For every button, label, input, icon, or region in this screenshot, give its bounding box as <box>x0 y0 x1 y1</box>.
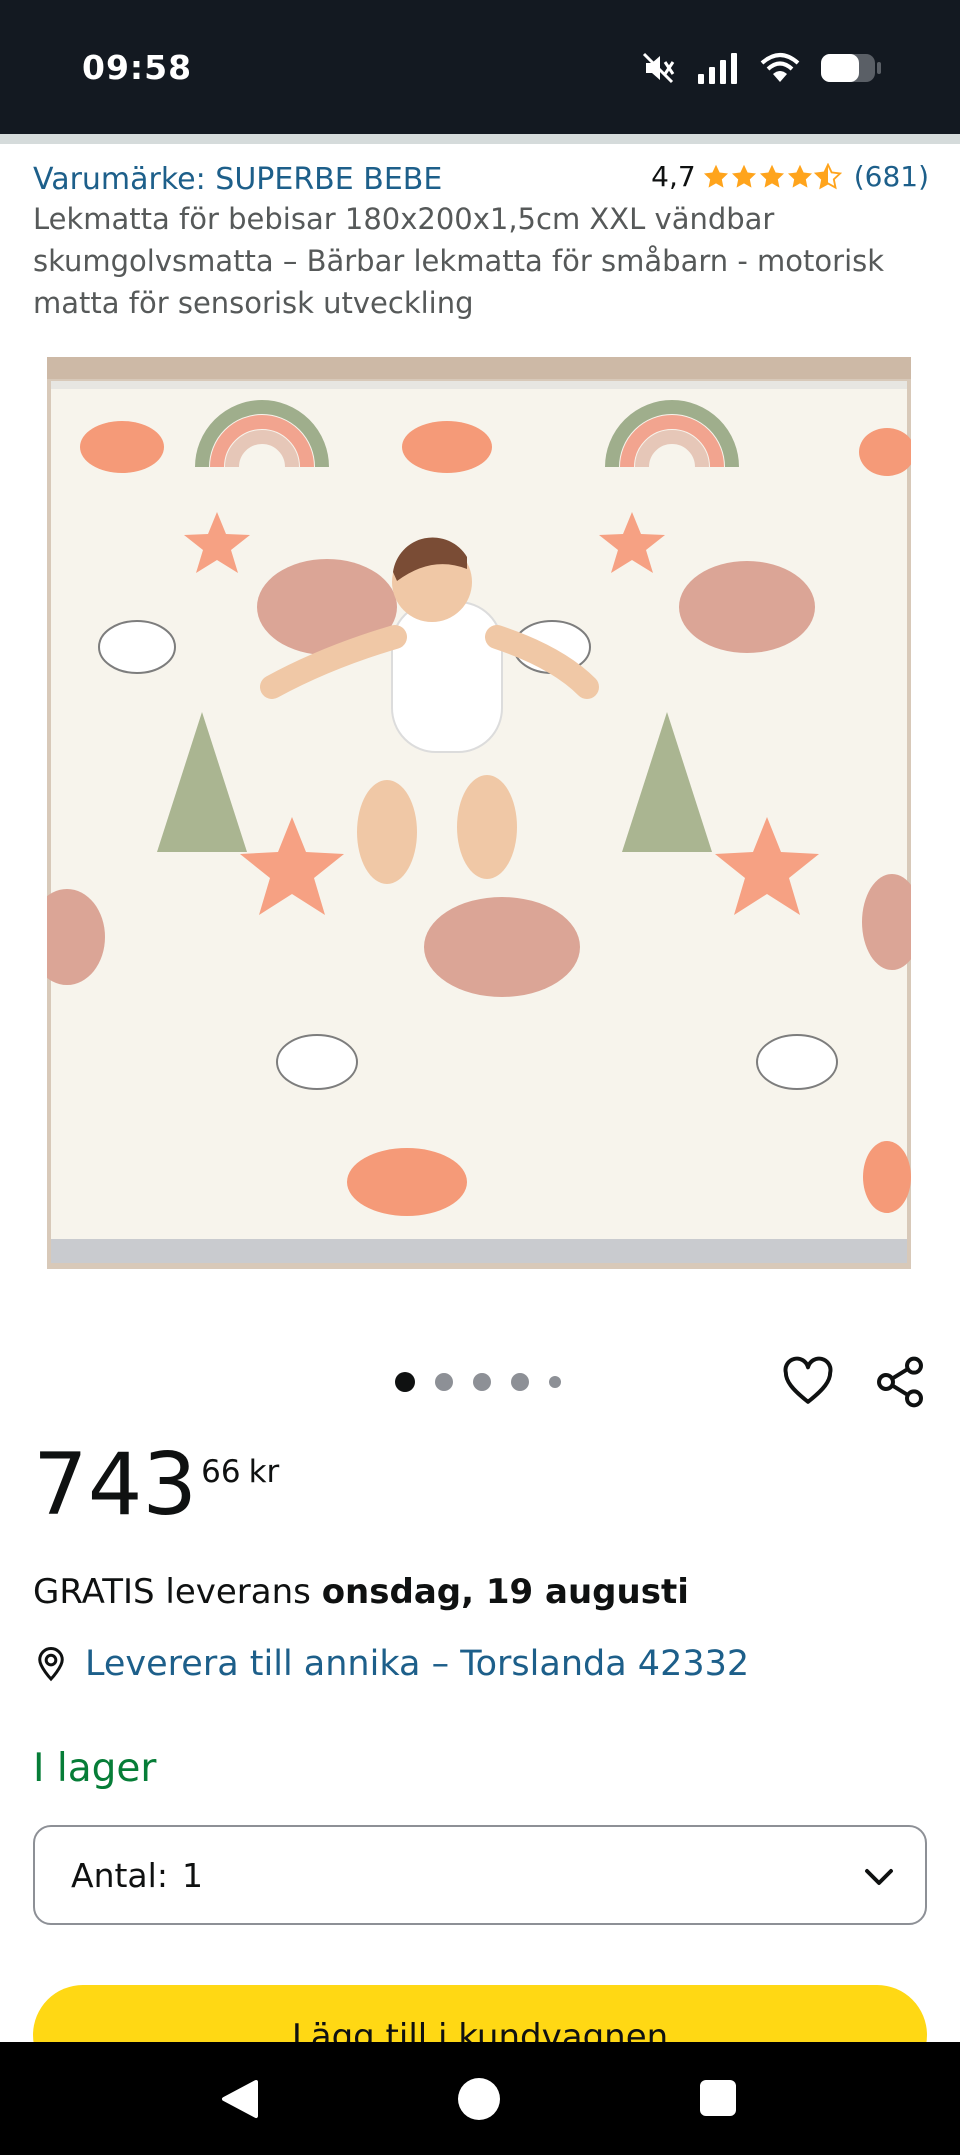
price-whole: 743 <box>33 1435 198 1535</box>
quantity-value: 1 <box>181 1855 203 1895</box>
quantity-label: Antal: <box>71 1855 168 1895</box>
wishlist-button[interactable] <box>780 1354 836 1410</box>
status-icons <box>640 48 882 88</box>
quantity-select[interactable]: Antal: 1 <box>33 1825 927 1925</box>
carousel-dot[interactable] <box>511 1373 529 1391</box>
mute-icon <box>642 52 675 84</box>
share-icon <box>877 1356 923 1408</box>
location-text: Leverera till annika – Torslanda 42332 <box>85 1644 750 1684</box>
chevron-down-icon <box>865 1869 893 1885</box>
share-button[interactable] <box>872 1354 928 1410</box>
delivery-date: onsdag, 19 augusti <box>321 1572 689 1612</box>
price-currency: kr <box>248 1454 280 1490</box>
star-icon <box>731 164 756 188</box>
half-star-icon <box>813 162 842 189</box>
brand-link[interactable]: Varumärke: SUPERBE BEBE <box>33 162 442 197</box>
battery-icon <box>821 54 881 82</box>
signal-icon <box>698 53 737 84</box>
rating-count: (681) <box>853 160 929 193</box>
status-bar: 09:58 <box>0 0 960 134</box>
rating-summary[interactable]: 4,7 (681) <box>651 160 929 193</box>
rating-value: 4,7 <box>651 160 696 193</box>
carousel-dot[interactable] <box>473 1373 491 1391</box>
star-icon <box>703 164 728 188</box>
brand-rating-row: Varumärke: SUPERBE BEBE 4,7 (681) <box>33 158 929 198</box>
star-icon <box>787 164 812 188</box>
home-icon[interactable] <box>458 2078 500 2120</box>
system-nav-bar <box>0 2042 960 2155</box>
back-icon[interactable] <box>218 2078 260 2120</box>
status-time: 09:58 <box>82 48 193 87</box>
stock-status: I lager <box>33 1746 157 1791</box>
delivery-location[interactable]: Leverera till annika – Torslanda 42332 <box>33 1644 749 1684</box>
location-pin-icon <box>38 1647 64 1682</box>
product-image[interactable] <box>47 357 911 1269</box>
delivery-prefix: GRATIS leverans <box>33 1572 311 1612</box>
rating-stars <box>702 162 842 191</box>
header-separator <box>0 134 960 144</box>
product-title: Lekmatta för bebisar 180x200x1,5cm XXL v… <box>33 202 885 320</box>
image-carousel-dots[interactable] <box>395 1372 561 1392</box>
wifi-icon <box>760 53 800 82</box>
delivery-info: GRATIS leverans onsdag, 19 augusti <box>33 1572 689 1612</box>
price-fraction: 66 <box>201 1454 241 1490</box>
carousel-dot[interactable] <box>395 1372 415 1392</box>
heart-icon <box>783 1356 833 1404</box>
price: 743 66 kr <box>33 1440 279 1530</box>
carousel-dot[interactable] <box>435 1373 453 1391</box>
carousel-dot[interactable] <box>549 1376 561 1388</box>
recents-icon[interactable] <box>700 2080 736 2116</box>
star-icon <box>759 164 784 188</box>
